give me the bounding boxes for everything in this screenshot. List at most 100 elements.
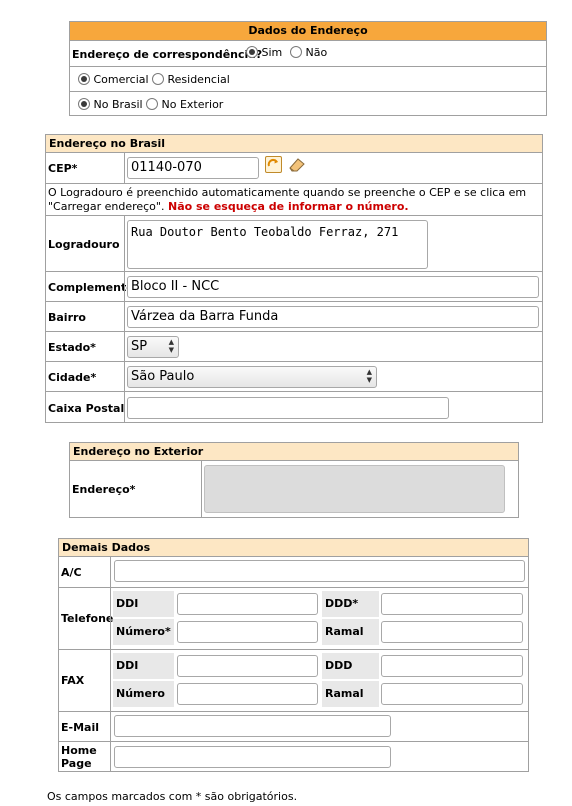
divider bbox=[110, 742, 111, 772]
bairro-label: Bairro bbox=[48, 311, 86, 324]
info-warning: Não se esqueça de informar o número. bbox=[167, 200, 409, 213]
divider bbox=[124, 362, 125, 391]
bairro-input[interactable]: Várzea da Barra Funda bbox=[127, 306, 539, 328]
divider bbox=[110, 650, 111, 711]
fax-ddd-input[interactable] bbox=[381, 655, 523, 677]
telefone-ddi-input[interactable] bbox=[177, 593, 318, 615]
complemento-input[interactable]: Bloco II - NCC bbox=[127, 276, 539, 298]
select-arrows-icon: ▲ ▼ bbox=[168, 338, 174, 354]
logradouro-textarea[interactable]: Rua Doutor Bento Teobaldo Ferraz, 271 bbox=[127, 220, 428, 269]
complemento-row: Complemento Bloco II - NCC bbox=[46, 271, 542, 301]
email-label: E-Mail bbox=[61, 721, 99, 734]
ac-input[interactable] bbox=[114, 560, 525, 582]
fax-ramal-input[interactable] bbox=[381, 683, 523, 705]
telefone-ddd-input[interactable] bbox=[381, 593, 523, 615]
endereco-exterior-section: Endereço no Exterior Endereço* bbox=[69, 442, 519, 518]
estado-value: SP bbox=[131, 339, 148, 354]
select-arrows-icon: ▲ ▼ bbox=[366, 368, 372, 384]
estado-label: Estado* bbox=[48, 341, 96, 354]
divider bbox=[110, 712, 111, 741]
cidade-value: São Paulo bbox=[131, 369, 195, 384]
cidade-select[interactable]: São Paulo ▲ ▼ bbox=[127, 366, 377, 388]
logradouro-label: Logradouro bbox=[48, 238, 120, 251]
limpar-eraser-icon[interactable] bbox=[288, 156, 306, 173]
tipo-endereco-row: Comercial Residencial bbox=[70, 66, 546, 91]
telefone-label: Telefone bbox=[61, 612, 114, 625]
telefone-ramal-input[interactable] bbox=[381, 621, 523, 643]
ac-label: A/C bbox=[61, 566, 82, 579]
email-input[interactable] bbox=[114, 715, 391, 737]
carregar-endereco-icon[interactable] bbox=[265, 156, 282, 173]
endereco-exterior-row: Endereço* bbox=[70, 461, 518, 518]
radio-no-exterior[interactable]: No Exterior bbox=[146, 98, 223, 111]
telefone-row: Telefone DDI DDD* Número* Ramal bbox=[59, 587, 528, 649]
dados-endereco-title: Dados do Endereço bbox=[70, 22, 546, 41]
info-text-block: O Logradouro é preenchido automaticament… bbox=[48, 186, 538, 214]
radio-no-exterior-label: No Exterior bbox=[161, 98, 224, 111]
demais-dados-title: Demais Dados bbox=[59, 539, 528, 557]
telefone-ddi-label: DDI bbox=[113, 591, 174, 617]
fax-ddi-input[interactable] bbox=[177, 655, 318, 677]
fax-numero-label: Número bbox=[113, 681, 174, 707]
divider bbox=[124, 216, 125, 271]
cep-input[interactable]: 01140-070 bbox=[127, 157, 259, 179]
divider bbox=[124, 332, 125, 361]
fax-ddi-label: DDI bbox=[113, 653, 174, 679]
homepage-label: Home Page bbox=[61, 744, 97, 770]
cep-row: CEP* 01140-070 bbox=[46, 153, 542, 183]
telefone-numero-input[interactable] bbox=[177, 621, 318, 643]
ac-row: A/C bbox=[59, 557, 528, 587]
divider bbox=[110, 588, 111, 649]
radio-comercial-label: Comercial bbox=[93, 73, 149, 86]
divider bbox=[124, 272, 125, 301]
endereco-exterior-title: Endereço no Exterior bbox=[70, 443, 518, 461]
bairro-row: Bairro Várzea da Barra Funda bbox=[46, 301, 542, 331]
dados-endereco-section: Dados do Endereço Endereço de correspond… bbox=[69, 21, 547, 116]
fax-ddd-label: DDD bbox=[322, 653, 379, 679]
radio-residencial-indicator[interactable] bbox=[152, 73, 164, 85]
cidade-label: Cidade* bbox=[48, 371, 97, 384]
radio-sim[interactable]: Sim bbox=[246, 46, 282, 59]
cidade-row: Cidade* São Paulo ▲ ▼ bbox=[46, 361, 542, 391]
correspondencia-row: Endereço de correspondência? Sim Não bbox=[70, 41, 546, 66]
telefone-ddd-label: DDD* bbox=[322, 591, 379, 617]
correspondencia-label: Endereço de correspondência? bbox=[72, 48, 263, 61]
fax-label: FAX bbox=[61, 674, 85, 687]
logradouro-row: Logradouro Rua Doutor Bento Teobaldo Fer… bbox=[46, 215, 542, 271]
info-row: O Logradouro é preenchido automaticament… bbox=[46, 183, 542, 215]
radio-residencial[interactable]: Residencial bbox=[152, 73, 230, 86]
caixa-postal-label: Caixa Postal bbox=[48, 402, 125, 415]
radio-nao-indicator[interactable] bbox=[290, 46, 302, 58]
radio-sim-indicator[interactable] bbox=[246, 46, 258, 58]
local-endereco-row: No Brasil No Exterior bbox=[70, 91, 546, 116]
radio-nao[interactable]: Não bbox=[290, 46, 327, 59]
radio-residencial-label: Residencial bbox=[167, 73, 230, 86]
caixa-postal-row: Caixa Postal bbox=[46, 391, 542, 423]
endereco-exterior-label: Endereço* bbox=[72, 483, 136, 496]
radio-comercial[interactable]: Comercial bbox=[78, 73, 149, 86]
email-row: E-Mail bbox=[59, 711, 528, 741]
radio-no-brasil-indicator[interactable] bbox=[78, 98, 90, 110]
caixa-postal-input[interactable] bbox=[127, 397, 449, 419]
cep-label: CEP* bbox=[48, 162, 78, 175]
radio-no-exterior-indicator[interactable] bbox=[146, 98, 158, 110]
radio-nao-label: Não bbox=[305, 46, 328, 59]
fax-row: FAX DDI DDD Número Ramal bbox=[59, 649, 528, 711]
footer-note: Os campos marcados com * são obrigatório… bbox=[47, 790, 298, 803]
estado-select[interactable]: SP ▲ ▼ bbox=[127, 336, 179, 358]
estado-row: Estado* SP ▲ ▼ bbox=[46, 331, 542, 361]
radio-comercial-indicator[interactable] bbox=[78, 73, 90, 85]
divider bbox=[124, 392, 125, 423]
radio-no-brasil-label: No Brasil bbox=[93, 98, 143, 111]
demais-dados-section: Demais Dados A/C Telefone DDI DDD* Númer… bbox=[58, 538, 529, 772]
fax-numero-input[interactable] bbox=[177, 683, 318, 705]
telefone-ramal-label: Ramal bbox=[322, 619, 379, 645]
radio-no-brasil[interactable]: No Brasil bbox=[78, 98, 143, 111]
homepage-input[interactable] bbox=[114, 746, 391, 768]
fax-ramal-label: Ramal bbox=[322, 681, 379, 707]
divider bbox=[110, 557, 111, 587]
endereco-exterior-textarea[interactable] bbox=[204, 465, 505, 513]
endereco-brasil-title: Endereço no Brasil bbox=[46, 135, 542, 153]
radio-sim-label: Sim bbox=[261, 46, 283, 59]
endereco-brasil-section: Endereço no Brasil CEP* 01140-070 O Logr… bbox=[45, 134, 543, 423]
